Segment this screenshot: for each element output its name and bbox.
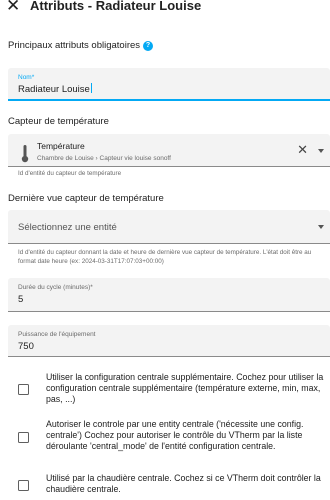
power-field-label: Puissance de l'équipement xyxy=(18,331,96,338)
chevron-down-icon[interactable] xyxy=(318,225,324,229)
clear-icon[interactable]: ✕ xyxy=(297,143,308,156)
cycle-duration-field[interactable]: Durée du cycle (minutes)* 5 xyxy=(8,278,330,312)
last-seen-helper-text: Id d'entité du capteur donnant la date e… xyxy=(18,249,312,265)
last-seen-section-title: Dernière vue capteur de température xyxy=(8,193,164,204)
close-icon[interactable]: ✕ xyxy=(6,0,20,14)
text-cursor xyxy=(90,83,92,93)
sensor-helper-text: Id d'entité du capteur de température xyxy=(18,170,122,177)
main-attributes-heading: Principaux attributs obligatoires? xyxy=(8,40,154,51)
cycle-duration-label: Durée du cycle (minutes)* xyxy=(18,284,93,291)
central-boiler-text: Utilisé par la chaudière centrale. Coche… xyxy=(46,473,321,494)
sensor-entity-path: Chambre de Louise › Capteur vie louise s… xyxy=(37,155,171,162)
name-field[interactable]: Nom* Radiateur Louise xyxy=(8,68,330,101)
help-icon[interactable]: ? xyxy=(143,40,154,51)
temperature-sensor-select[interactable]: Température Chambre de Louise › Capteur … xyxy=(8,134,330,167)
last-seen-placeholder: Sélectionnez une entité xyxy=(18,222,117,233)
central-config-checkbox[interactable] xyxy=(18,384,29,395)
cycle-duration-value: 5 xyxy=(18,294,24,305)
main-attributes-title: Principaux attributs obligatoires xyxy=(8,40,141,51)
name-field-value: Radiateur Louise xyxy=(18,84,90,95)
central-config-text: Utiliser la configuration centrale suppl… xyxy=(46,372,324,404)
sensor-entity-name: Température xyxy=(37,141,85,151)
central-boiler-checkbox[interactable] xyxy=(18,480,29,491)
dialog-title: Attributs - Radiateur Louise xyxy=(30,0,202,13)
thermometer-icon xyxy=(21,145,29,163)
last-seen-sensor-select[interactable]: Sélectionnez une entité xyxy=(8,210,330,244)
power-field-value: 750 xyxy=(18,341,34,352)
chevron-down-icon[interactable] xyxy=(318,149,324,153)
dialog-header: ✕ Attributs - Radiateur Louise xyxy=(0,0,330,16)
power-field[interactable]: Puissance de l'équipement 750 xyxy=(8,325,330,357)
central-mode-checkbox[interactable] xyxy=(18,432,29,443)
sensor-section-title: Capteur de température xyxy=(8,116,109,127)
name-field-label: Nom* xyxy=(18,74,35,81)
central-mode-text: Autoriser le controle par une entity cen… xyxy=(46,419,304,451)
